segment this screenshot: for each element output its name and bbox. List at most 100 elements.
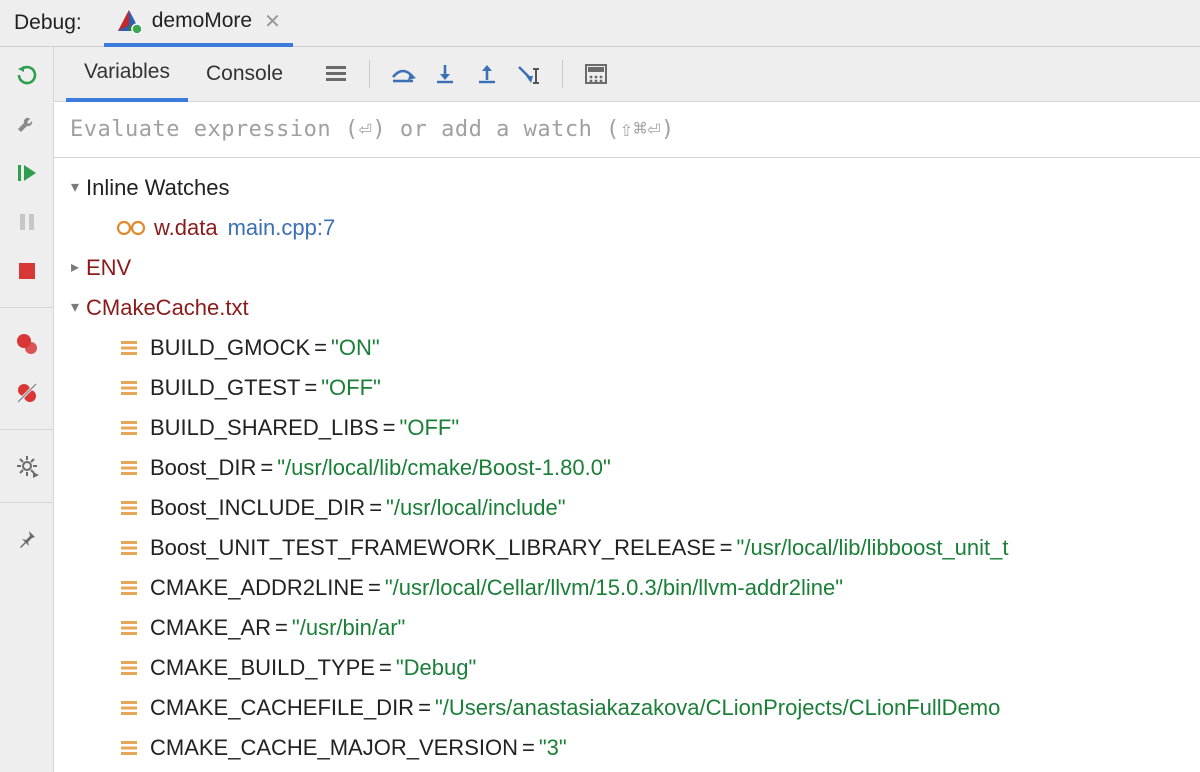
variable-name: Boost_DIR	[150, 448, 256, 488]
variable-value: "/usr/local/Cellar/llvm/15.0.3/bin/llvm-…	[385, 568, 843, 608]
variable-value: "/usr/local/include"	[386, 488, 565, 528]
layout-icon[interactable]	[321, 59, 351, 89]
variable-value: "ON"	[331, 328, 380, 368]
variable-value: "/usr/bin/ar"	[292, 608, 405, 648]
expand-icon[interactable]	[64, 288, 86, 328]
variable-name: BUILD_SHARED_LIBS	[150, 408, 379, 448]
variable-value: "Debug"	[396, 648, 476, 688]
glasses-icon	[116, 219, 146, 237]
variable-name: BUILD_GTEST	[150, 368, 300, 408]
debug-sidebar	[0, 47, 54, 772]
close-tab-icon[interactable]: ✕	[264, 9, 281, 34]
equals: =	[414, 688, 435, 728]
evaluate-expression-button[interactable]	[581, 59, 611, 89]
variable-value: "OFF"	[400, 408, 460, 448]
variable-entry[interactable]: BUILD_GTEST = "OFF"	[64, 368, 1200, 408]
variable-entry[interactable]: CMAKE_CACHE_MAJOR_VERSION = "3"	[64, 728, 1200, 768]
sidebar-separator	[0, 307, 53, 308]
rerun-button[interactable]	[13, 61, 41, 89]
mute-breakpoints-button[interactable]	[13, 379, 41, 407]
variable-entry[interactable]: CMAKE_AR = "/usr/bin/ar"	[64, 608, 1200, 648]
run-config-tab[interactable]: demoMore ✕	[104, 0, 293, 47]
variable-icon	[120, 579, 140, 597]
stop-button[interactable]	[13, 257, 41, 285]
equals: =	[300, 368, 321, 408]
variable-value: "OFF"	[321, 368, 381, 408]
wrench-icon[interactable]	[13, 110, 41, 138]
equals: =	[256, 448, 277, 488]
equals: =	[716, 528, 737, 568]
variable-name: CMAKE_CACHE_MAJOR_VERSION	[150, 728, 518, 768]
run-config-name: demoMore	[152, 9, 252, 33]
watch-item[interactable]: w.data main.cpp:7	[64, 208, 1200, 248]
tab-variables[interactable]: Variables	[66, 47, 188, 102]
variable-entry[interactable]: Boost_DIR = "/usr/local/lib/cmake/Boost-…	[64, 448, 1200, 488]
settings-button[interactable]	[13, 452, 41, 480]
sidebar-separator-2	[0, 429, 53, 430]
variable-icon	[120, 339, 140, 357]
variable-entry[interactable]: CMAKE_CACHEFILE_DIR = "/Users/anastasiak…	[64, 688, 1200, 728]
inline-watches-node[interactable]: Inline Watches	[64, 168, 1200, 208]
step-into-button[interactable]	[430, 59, 460, 89]
variable-value: "/usr/local/lib/libboost_unit_t	[737, 528, 1009, 568]
equals: =	[375, 648, 396, 688]
variable-entry[interactable]: Boost_UNIT_TEST_FRAMEWORK_LIBRARY_RELEAS…	[64, 528, 1200, 568]
evaluate-row	[54, 102, 1200, 158]
env-label: ENV	[86, 248, 131, 288]
variable-value: "/Users/anastasiakazakova/CLionProjects/…	[435, 688, 1000, 728]
variable-entry[interactable]: Boost_INCLUDE_DIR = "/usr/local/include"	[64, 488, 1200, 528]
variable-value: "3"	[539, 728, 567, 768]
variable-icon	[120, 419, 140, 437]
expand-icon[interactable]	[64, 168, 86, 208]
equals: =	[518, 728, 539, 768]
sidebar-separator-3	[0, 502, 53, 503]
inline-watches-label: Inline Watches	[86, 168, 229, 208]
variable-name: Boost_UNIT_TEST_FRAMEWORK_LIBRARY_RELEAS…	[150, 528, 716, 568]
variable-icon	[120, 659, 140, 677]
variable-icon	[120, 699, 140, 717]
variable-entry[interactable]: BUILD_GMOCK = "ON"	[64, 328, 1200, 368]
cmake-cache-node[interactable]: CMakeCache.txt	[64, 288, 1200, 328]
variable-name: CMAKE_CACHEFILE_DIR	[150, 688, 414, 728]
equals: =	[365, 488, 386, 528]
cmake-entries: BUILD_GMOCK = "ON"BUILD_GTEST = "OFF"BUI…	[64, 328, 1200, 768]
variable-entry[interactable]: CMAKE_ADDR2LINE = "/usr/local/Cellar/llv…	[64, 568, 1200, 608]
pin-button[interactable]	[13, 525, 41, 553]
variable-entry[interactable]: CMAKE_BUILD_TYPE = "Debug"	[64, 648, 1200, 688]
variable-icon	[120, 459, 140, 477]
toolbar-separator	[369, 60, 370, 88]
expand-icon[interactable]	[64, 248, 86, 288]
equals: =	[364, 568, 385, 608]
equals: =	[271, 608, 292, 648]
cmake-cache-label: CMakeCache.txt	[86, 288, 249, 328]
watch-location[interactable]: main.cpp:7	[228, 208, 336, 248]
cmake-app-icon	[116, 8, 142, 34]
step-over-button[interactable]	[388, 59, 418, 89]
debugger-toolbar: Variables Console	[54, 47, 1200, 102]
variable-name: CMAKE_BUILD_TYPE	[150, 648, 375, 688]
run-to-cursor-button[interactable]	[514, 59, 544, 89]
pause-button[interactable]	[13, 208, 41, 236]
evaluate-expression-input[interactable]	[68, 116, 1200, 143]
debug-label: Debug:	[14, 11, 82, 35]
variable-name: Boost_INCLUDE_DIR	[150, 488, 365, 528]
step-out-button[interactable]	[472, 59, 502, 89]
view-breakpoints-button[interactable]	[13, 330, 41, 358]
variable-icon	[120, 619, 140, 637]
debug-titlebar: Debug: demoMore ✕	[0, 0, 1200, 47]
variable-name: CMAKE_AR	[150, 608, 271, 648]
tab-console[interactable]: Console	[188, 47, 301, 102]
env-node[interactable]: ENV	[64, 248, 1200, 288]
variable-icon	[120, 499, 140, 517]
variable-icon	[120, 379, 140, 397]
variables-tree[interactable]: Inline Watches w.data main.cpp:7 ENV C	[54, 158, 1200, 772]
variable-icon	[120, 739, 140, 757]
resume-button[interactable]	[13, 159, 41, 187]
watch-name: w.data	[154, 208, 218, 248]
equals: =	[310, 328, 331, 368]
variable-name: BUILD_GMOCK	[150, 328, 310, 368]
toolbar-separator-2	[562, 60, 563, 88]
variable-entry[interactable]: BUILD_SHARED_LIBS = "OFF"	[64, 408, 1200, 448]
variable-value: "/usr/local/lib/cmake/Boost-1.80.0"	[277, 448, 611, 488]
variable-name: CMAKE_ADDR2LINE	[150, 568, 364, 608]
